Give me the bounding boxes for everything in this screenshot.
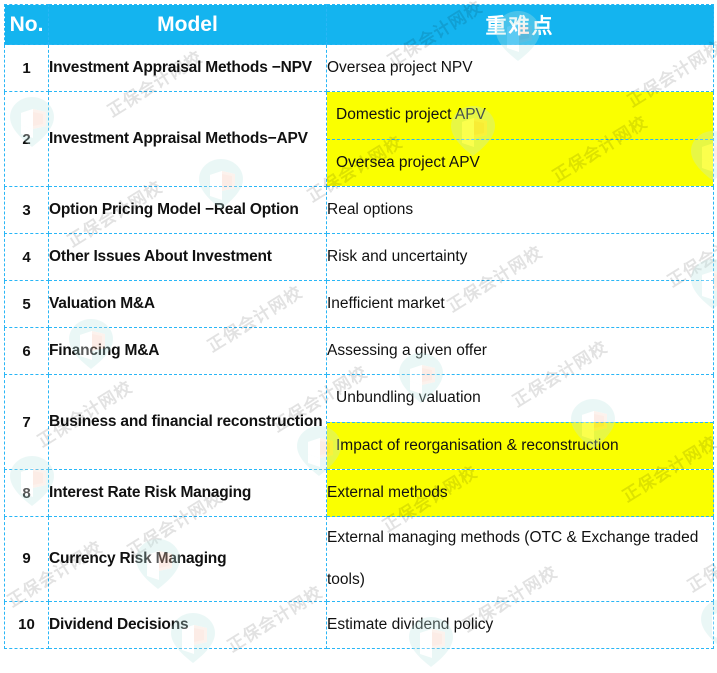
row-number-cell: 3 xyxy=(4,186,49,234)
key-points-cell: External managing methods (OTC & Exchang… xyxy=(326,516,714,602)
key-points-subtable: Domestic project APV Oversea project APV xyxy=(327,92,713,186)
table-row: 2 Investment Appraisal Methods−APV Domesti… xyxy=(4,91,714,187)
key-point-row: Unbundling valuation xyxy=(327,375,713,423)
table-row: 6 Financing M&A Assessing a given offer xyxy=(4,327,714,375)
model-name-cell: Dividend Decisions xyxy=(48,600,327,649)
key-points-cell: Inefficient market xyxy=(326,280,714,328)
model-name-cell: Other Issues About Investment xyxy=(48,233,327,281)
table-header: No. Model 重难点 xyxy=(4,4,714,45)
key-point-text: Impact of reorganisation & reconstructio… xyxy=(327,422,713,469)
key-points-cell: Real options xyxy=(326,186,714,234)
table-body: 1 Investment Appraisal Methods −NPV Overse… xyxy=(4,44,714,649)
model-key-points-table: No. Model 重难点 1 Investment Appraisal Meth… xyxy=(4,4,714,649)
table-row: 7 Business and financial reconstruction Un… xyxy=(4,374,714,470)
row-number-cell: 2 xyxy=(4,91,49,187)
table-row: 9 Currency Risk Managing External managing… xyxy=(4,516,714,602)
row-number-cell: 5 xyxy=(4,280,49,328)
table-row: 8 Interest Rate Risk Managing External met… xyxy=(4,469,714,517)
table-row: 1 Investment Appraisal Methods −NPV Overse… xyxy=(4,44,714,92)
model-name-cell: Currency Risk Managing xyxy=(48,516,327,602)
row-number-cell: 4 xyxy=(4,233,49,281)
table-row: 4 Other Issues About Investment Risk and u… xyxy=(4,233,714,281)
key-point-row: Oversea project APV xyxy=(327,139,713,186)
row-number-cell: 7 xyxy=(4,374,49,470)
table-row: 5 Valuation M&A Inefficient market xyxy=(4,280,714,328)
row-number-cell: 9 xyxy=(4,516,49,602)
model-name-cell: Investment Appraisal Methods−APV xyxy=(48,91,327,187)
row-number-cell: 8 xyxy=(4,469,49,517)
model-name-cell: Option Pricing Model −Real Option xyxy=(48,186,327,234)
key-points-cell: External methods xyxy=(326,469,714,517)
model-name-cell: Investment Appraisal Methods −NPV xyxy=(48,44,327,92)
table-row: 10 Dividend Decisions Estimate dividend po… xyxy=(4,600,714,649)
key-points-cell: Oversea project NPV xyxy=(326,44,714,92)
column-header-points: 重难点 xyxy=(326,4,714,45)
key-points-cell: Estimate dividend policy xyxy=(326,600,714,649)
row-number-cell: 10 xyxy=(4,600,49,649)
table-container: No. Model 重难点 1 Investment Appraisal Meth… xyxy=(4,4,714,649)
table-row: 3 Option Pricing Model −Real Option Real o… xyxy=(4,186,714,234)
model-name-cell: Valuation M&A xyxy=(48,280,327,328)
key-point-text: Unbundling valuation xyxy=(327,375,713,423)
table-header-row: No. Model 重难点 xyxy=(4,4,714,45)
column-header-model: Model xyxy=(48,4,327,45)
key-points-cell: Unbundling valuation Impact of reorganisa… xyxy=(326,374,714,470)
key-points-cell: Domestic project APV Oversea project APV xyxy=(326,91,714,187)
model-name-cell: Business and financial reconstruction xyxy=(48,374,327,470)
key-points-cell: Assessing a given offer xyxy=(326,327,714,375)
key-point-text: Domestic project APV xyxy=(327,92,713,140)
key-point-row: Impact of reorganisation & reconstructio… xyxy=(327,422,713,469)
model-name-cell: Financing M&A xyxy=(48,327,327,375)
row-number-cell: 6 xyxy=(4,327,49,375)
row-number-cell: 1 xyxy=(4,44,49,92)
key-point-row: Domestic project APV xyxy=(327,92,713,140)
key-point-text: Oversea project APV xyxy=(327,139,713,186)
key-points-cell: Risk and uncertainty xyxy=(326,233,714,281)
column-header-no: No. xyxy=(4,4,49,45)
key-points-subtable: Unbundling valuation Impact of reorganisa… xyxy=(327,375,713,469)
model-name-cell: Interest Rate Risk Managing xyxy=(48,469,327,517)
